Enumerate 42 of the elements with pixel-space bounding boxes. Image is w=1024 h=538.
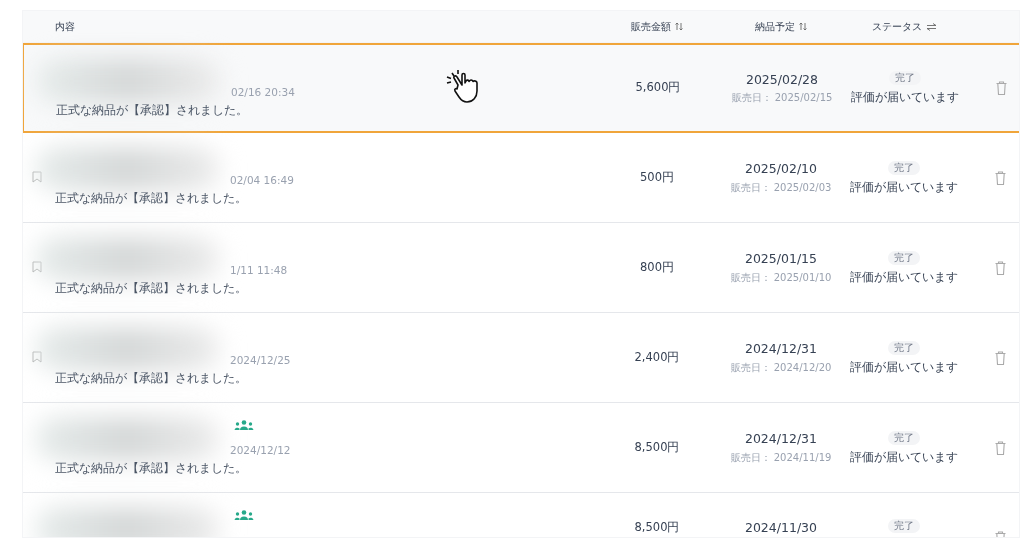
status-text: 評価が届いています bbox=[851, 89, 959, 105]
note-text: 正式な納品が【承認】されました。 bbox=[55, 280, 247, 296]
status-badge: 完了 bbox=[888, 430, 920, 445]
column-header[interactable]: 納品予定 bbox=[755, 19, 795, 34]
status-text: 評価が届いています bbox=[850, 268, 958, 285]
price-text: 5,600円 bbox=[635, 79, 681, 97]
price-text: 2,400円 bbox=[634, 348, 680, 366]
status-text: 評価が届いています bbox=[850, 178, 958, 195]
column-header[interactable]: 販売金額 bbox=[631, 19, 671, 34]
timestamp: 2024/12/12 bbox=[230, 443, 291, 458]
status-badge: 完了 bbox=[888, 160, 920, 175]
timestamp: 2024/12/25 bbox=[230, 353, 291, 368]
price-text: 500円 bbox=[640, 168, 674, 186]
timestamp: 02/16 20:34 bbox=[231, 85, 295, 100]
delivery-date: 2024/12/31 bbox=[744, 340, 817, 359]
price-text: 800円 bbox=[640, 258, 674, 276]
price-text: 8,500円 bbox=[634, 519, 680, 536]
status-badge: 完了 bbox=[888, 250, 920, 265]
note-text: 正式な納品が【承認】されました。 bbox=[55, 190, 247, 206]
delivery-date: 2025/01/15 bbox=[744, 250, 817, 269]
note-text: 正式な納品が【承認】されました。 bbox=[55, 460, 247, 476]
delivery-date: 2025/02/28 bbox=[745, 70, 818, 89]
column-header: 内容 bbox=[55, 20, 75, 34]
sale-date: 販売日： 2025/02/03 bbox=[730, 180, 832, 195]
note-text: 正式な納品が【承認】されました。 bbox=[56, 102, 248, 118]
sale-date: 販売日： 2025/02/15 bbox=[731, 91, 833, 106]
status-badge: 完了 bbox=[889, 71, 921, 85]
sale-date: 販売日： 2025/01/10 bbox=[730, 270, 832, 285]
status-badge: 完了 bbox=[888, 340, 920, 355]
status-badge: 完了 bbox=[888, 519, 920, 533]
delivery-date: 2025/02/10 bbox=[744, 160, 817, 179]
timestamp: 1/11 11:48 bbox=[230, 263, 288, 278]
delivery-date: 2024/12/31 bbox=[744, 430, 817, 449]
timestamp: 02/04 16:49 bbox=[230, 173, 294, 188]
sale-date: 販売日： 2024/12/20 bbox=[730, 360, 832, 375]
column-header[interactable]: ステータス bbox=[871, 19, 922, 34]
status-text: 評価が届いています bbox=[850, 448, 958, 465]
status-text: 評価が届いています bbox=[850, 358, 958, 375]
sale-date: 販売日： 2024/11/19 bbox=[730, 450, 832, 465]
delivery-date: 2024/11/30 bbox=[744, 519, 817, 537]
note-text: 正式な納品が【承認】されました。 bbox=[55, 370, 247, 386]
price-text: 8,500円 bbox=[634, 438, 680, 456]
